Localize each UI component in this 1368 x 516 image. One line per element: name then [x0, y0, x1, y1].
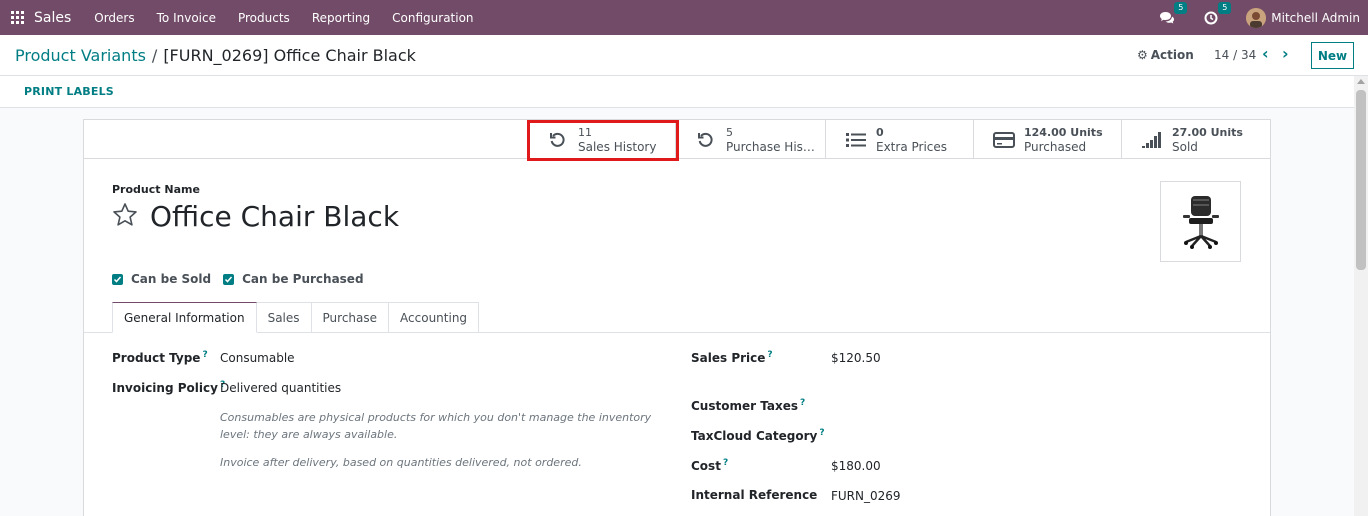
activities-badge: 5 [1218, 1, 1232, 14]
history-icon [694, 131, 718, 149]
extra-prices-value: 0 [876, 125, 884, 139]
help-tooltip-icon: ? [819, 428, 825, 438]
gear-icon: ⚙ [1137, 48, 1148, 62]
sales-price-label: Sales Price? [691, 350, 773, 365]
control-panel: Product Variants / [FURN_0269] Office Ch… [0, 35, 1368, 76]
can-be-sold-checkbox[interactable]: Can be Sold [112, 272, 211, 286]
sold-button[interactable]: 27.00 Units Sold [1121, 120, 1270, 159]
can-be-purchased-checkbox[interactable]: Can be Purchased [223, 272, 364, 286]
can-be-purchased-label: Can be Purchased [242, 272, 364, 286]
action-button[interactable]: ⚙ Action [1137, 48, 1194, 62]
header-buttonbar: PRINT LABELS [0, 76, 1354, 108]
scroll-up-arrow-icon[interactable] [1357, 79, 1365, 84]
menu-products[interactable]: Products [227, 11, 301, 25]
extra-prices-label: Extra Prices [876, 139, 948, 154]
menu-reporting[interactable]: Reporting [301, 11, 381, 25]
taxcloud-category-label: TaxCloud Category? [691, 428, 825, 443]
chat-bubbles-icon[interactable]: 5 [1158, 1, 1188, 27]
pager-next-icon[interactable]: › [1282, 44, 1289, 63]
tab-purchase[interactable]: Purchase [311, 302, 390, 333]
sales-price-field[interactable]: $120.50 [831, 351, 881, 365]
cost-field[interactable]: $180.00 [831, 459, 881, 473]
print-labels-button[interactable]: PRINT LABELS [24, 85, 114, 98]
action-label: Action [1150, 48, 1194, 62]
tab-accounting[interactable]: Accounting [389, 302, 480, 333]
help-tooltip-icon: ? [722, 458, 729, 468]
new-button[interactable]: New [1311, 42, 1354, 69]
internal-reference-field[interactable]: FURN_0269 [831, 489, 901, 503]
sold-label: Sold [1172, 139, 1198, 154]
top-navbar: Sales Orders To Invoice Products Reporti… [0, 0, 1368, 35]
consumable-help-text: Consumables are physical products for wh… [220, 411, 652, 441]
checkmark-icon [112, 273, 123, 285]
sold-value: 27.00 Units [1172, 125, 1243, 139]
purchase-history-label: Purchase Hist... [726, 139, 816, 154]
internal-reference-label: Internal Reference [691, 488, 818, 502]
product-type-field[interactable]: Consumable [220, 351, 295, 365]
purchased-label: Purchased [1024, 139, 1087, 154]
signal-bars-icon [1140, 131, 1164, 149]
menu-configuration[interactable]: Configuration [381, 11, 484, 25]
form-sheet: 11 Sales History 5 Purchase Hist... 0 Ex… [83, 119, 1271, 516]
user-name[interactable]: Mitchell Admin [1271, 11, 1360, 25]
invoicing-policy-label: Invoicing Policy? [112, 380, 226, 395]
breadcrumb: Product Variants / [FURN_0269] Office Ch… [15, 46, 416, 65]
help-tooltip-icon: ? [767, 350, 773, 360]
breadcrumb-parent[interactable]: Product Variants [15, 46, 146, 65]
credit-card-icon [992, 131, 1016, 148]
sales-history-highlight [527, 120, 679, 161]
avatar[interactable] [1246, 7, 1267, 28]
breadcrumb-current: [FURN_0269] Office Chair Black [163, 46, 416, 65]
apps-grid-icon[interactable] [11, 10, 25, 25]
extra-prices-button[interactable]: 0 Extra Prices [825, 120, 973, 159]
checkmark-icon [223, 273, 235, 285]
office-chair-image [1182, 195, 1219, 249]
product-type-label: Product Type? [112, 350, 208, 365]
product-title[interactable]: Office Chair Black [150, 200, 399, 233]
breadcrumb-separator: / [151, 46, 158, 65]
help-tooltip-icon: ? [202, 350, 208, 360]
tab-sales[interactable]: Sales [256, 302, 312, 333]
tab-general-information[interactable]: General Information [112, 302, 257, 333]
pager-value[interactable]: 14 / 34 [1214, 48, 1256, 62]
menu-to-invoice[interactable]: To Invoice [146, 11, 227, 25]
sale-purchase-checks: Can be Sold Can be Purchased [112, 272, 376, 286]
scrollbar-thumb[interactable] [1356, 90, 1366, 270]
purchased-value: 124.00 Units [1024, 125, 1103, 139]
invoicing-policy-field[interactable]: Delivered quantities [220, 381, 341, 395]
customer-taxes-label: Customer Taxes? [691, 398, 806, 413]
can-be-sold-label: Can be Sold [131, 272, 212, 286]
purchase-history-button[interactable]: 5 Purchase Hist... [675, 120, 823, 159]
messages-badge: 5 [1174, 1, 1188, 14]
menu-orders[interactable]: Orders [83, 11, 145, 25]
form-tabs: General Information Sales Purchase Accou… [112, 302, 480, 333]
clock-icon[interactable]: 5 [1202, 1, 1232, 27]
app-name[interactable]: Sales [34, 10, 71, 26]
invoice-help-text: Invoice after delivery, based on quantit… [220, 456, 582, 469]
star-icon[interactable] [112, 202, 138, 231]
product-image[interactable] [1160, 181, 1241, 262]
purchased-button[interactable]: 124.00 Units Purchased [973, 120, 1121, 159]
pager-previous-icon[interactable]: ‹ [1262, 44, 1269, 63]
list-icon [844, 132, 868, 148]
product-name-caption: Product Name [112, 183, 200, 196]
purchase-history-value: 5 [726, 125, 733, 139]
help-tooltip-icon: ? [799, 398, 806, 408]
cost-label: Cost? [691, 458, 729, 473]
